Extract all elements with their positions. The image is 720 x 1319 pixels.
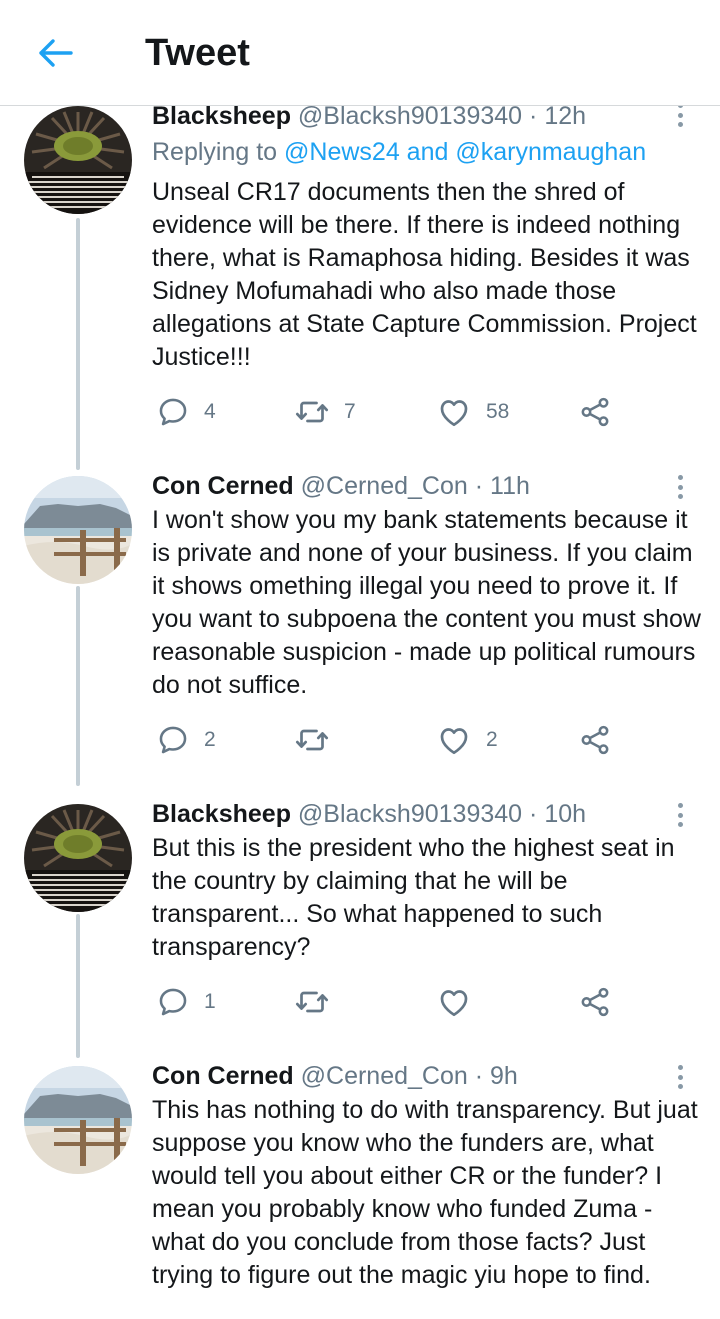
reply-button[interactable]: 1 — [156, 982, 216, 1022]
tweet-text: This has nothing to do with transparency… — [152, 1096, 698, 1289]
more-options-button[interactable] — [670, 800, 690, 830]
separator-dot: · — [529, 106, 538, 130]
author-name[interactable]: Con Cerned — [152, 472, 294, 500]
like-button[interactable]: 2 — [436, 720, 498, 760]
tweet-text: But this is the president who the highes… — [152, 834, 675, 961]
author-handle[interactable]: @Cerned_Con — [301, 472, 468, 500]
tweet-time: 12h — [544, 106, 587, 130]
reply-count: 1 — [204, 990, 216, 1013]
separator-dot: · — [529, 800, 538, 828]
retweet-icon — [294, 722, 330, 758]
tweet-header: Blacksheep @Blacksh90139340 · 12h — [152, 106, 670, 132]
tweet[interactable]: Blacksheep @Blacksh90139340 · 12h Replyi… — [0, 106, 720, 466]
separator-dot: · — [474, 1062, 484, 1090]
avatar-image — [24, 476, 132, 584]
replying-to: Replying to @News24 and @karynmaughan — [152, 136, 646, 168]
author-handle[interactable]: @Blacksh90139340 — [298, 106, 522, 130]
back-button[interactable] — [30, 30, 80, 76]
like-button[interactable] — [436, 982, 486, 1022]
like-count: 58 — [486, 400, 510, 423]
share-button[interactable] — [578, 982, 612, 1022]
share-icon — [578, 395, 612, 429]
share-icon — [578, 723, 612, 757]
author-name[interactable]: Con Cerned — [152, 1062, 294, 1090]
avatar[interactable] — [24, 476, 132, 584]
avatar-image — [24, 1066, 132, 1174]
conversation-thread: Blacksheep @Blacksh90139340 · 12h Replyi… — [0, 106, 720, 1319]
tweet-actions: 4 7 58 — [152, 392, 622, 432]
reply-count: 2 — [204, 728, 216, 751]
tweet-time: 9h — [490, 1062, 518, 1090]
replying-to-label: Replying to — [152, 138, 278, 166]
retweet-count: 7 — [344, 400, 356, 423]
author-handle[interactable]: @Cerned_Con — [301, 1062, 468, 1090]
top-bar: Tweet — [0, 0, 720, 106]
retweet-button[interactable] — [294, 982, 344, 1022]
page-title: Tweet — [145, 32, 250, 74]
reply-count: 4 — [204, 400, 216, 423]
tweet[interactable]: Con Cerned @Cerned_Con · 11h I won't sho… — [0, 470, 720, 800]
replying-to-link[interactable]: @News24 and @karynmaughan — [284, 138, 646, 166]
reply-icon — [156, 985, 190, 1019]
tweet-actions: 2 2 — [152, 720, 622, 760]
avatar[interactable] — [24, 106, 132, 214]
heart-icon — [436, 394, 472, 430]
avatar-image — [24, 106, 132, 214]
author-name[interactable]: Blacksheep — [152, 106, 291, 130]
reply-icon — [156, 395, 190, 429]
separator-dot: · — [474, 472, 484, 500]
heart-icon — [436, 984, 472, 1020]
retweet-icon — [294, 984, 330, 1020]
share-button[interactable] — [578, 720, 612, 760]
tweet-actions: 1 — [152, 982, 622, 1022]
author-handle[interactable]: @Blacksh90139340 — [298, 800, 522, 828]
tweet[interactable]: Con Cerned @Cerned_Con · 9h This has not… — [0, 1060, 720, 1319]
share-icon — [578, 985, 612, 1019]
tweet-text: I won't show you my bank statements beca… — [152, 506, 701, 699]
more-options-button[interactable] — [670, 106, 690, 130]
avatar[interactable] — [24, 804, 132, 912]
heart-icon — [436, 722, 472, 758]
share-button[interactable] — [578, 392, 612, 432]
tweet-header: Con Cerned @Cerned_Con · 9h — [152, 1060, 670, 1092]
reply-button[interactable]: 2 — [156, 720, 216, 760]
retweet-button[interactable]: 7 — [294, 392, 356, 432]
like-count: 2 — [486, 728, 498, 751]
reply-button[interactable]: 4 — [156, 392, 216, 432]
tweet-time: 10h — [544, 800, 587, 828]
reply-icon — [156, 723, 190, 757]
avatar[interactable] — [24, 1066, 132, 1174]
tweet-text: Unseal CR17 documents then the shred of … — [152, 178, 697, 371]
retweet-icon — [294, 394, 330, 430]
avatar-image — [24, 804, 132, 912]
tweet-time: 11h — [490, 472, 530, 500]
author-name[interactable]: Blacksheep — [152, 800, 291, 828]
more-options-button[interactable] — [670, 472, 690, 502]
like-button[interactable]: 58 — [436, 392, 509, 432]
retweet-button[interactable] — [294, 720, 344, 760]
arrow-left-icon — [39, 39, 73, 67]
tweet-header: Con Cerned @Cerned_Con · 11h — [152, 470, 670, 502]
tweet[interactable]: Blacksheep @Blacksh90139340 · 10h But th… — [0, 798, 720, 1060]
tweet-header: Blacksheep @Blacksh90139340 · 10h — [152, 798, 670, 830]
more-options-button[interactable] — [670, 1062, 690, 1092]
